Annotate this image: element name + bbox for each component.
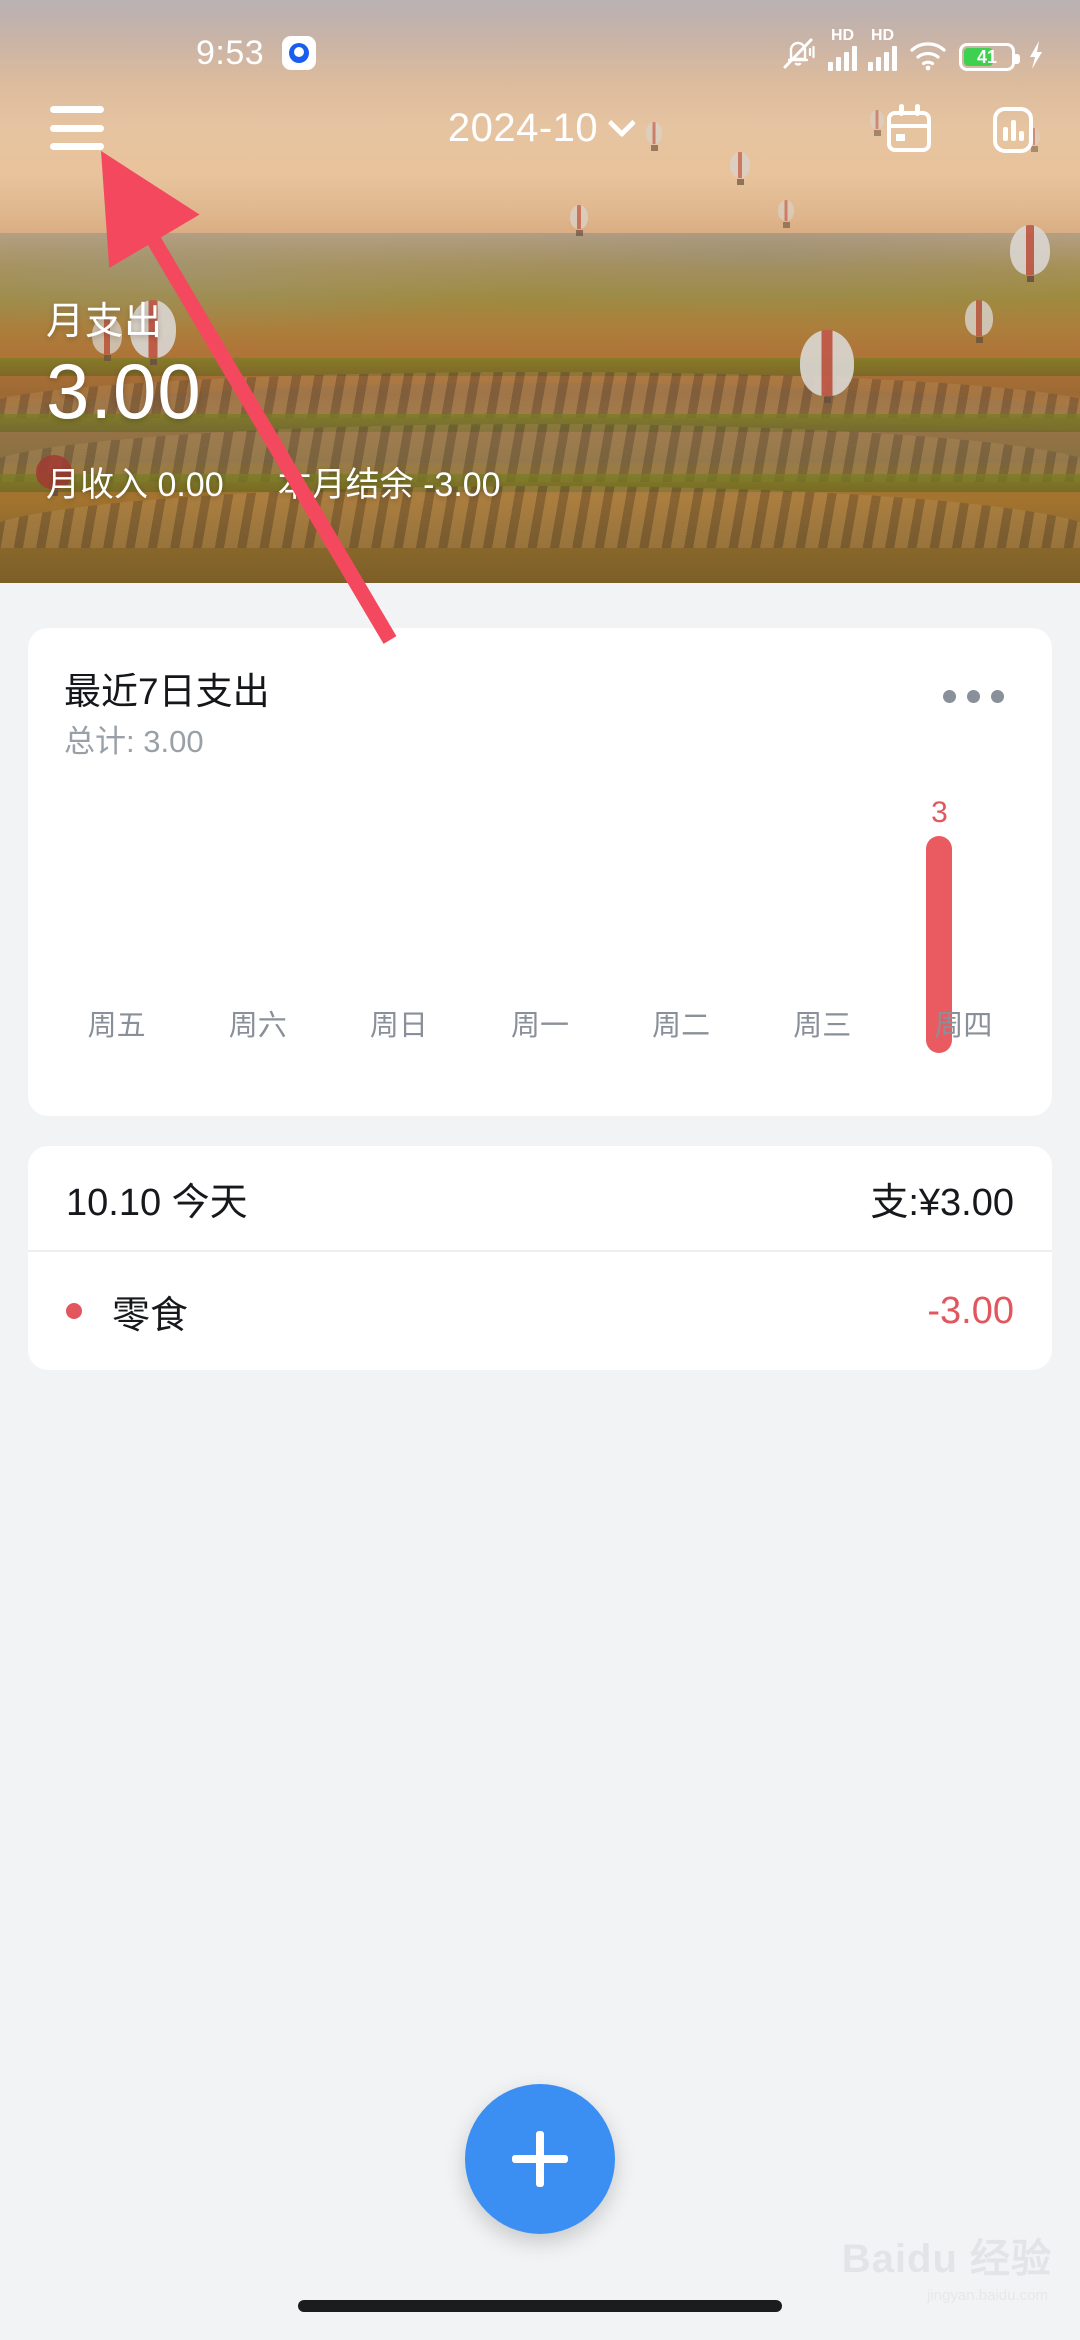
transaction-row-left: 零食 <box>66 1284 188 1339</box>
status-bar: 9:53 HD HD 41 <box>0 0 1080 86</box>
wifi-icon <box>910 42 946 71</box>
hd-label: HD <box>830 27 855 44</box>
chart-x-tick: 周二 <box>652 1010 711 1042</box>
category-dot-icon <box>66 1303 82 1319</box>
monthly-income: 月收入 0.00 <box>46 457 224 506</box>
hd-label: HD <box>870 27 895 44</box>
status-bar-icons: HD HD 41 <box>781 28 1046 71</box>
app-bar: 2024-10 <box>0 86 1080 172</box>
chart-x-axis: 周五 周六 周日 周一 周二 周三 周四 <box>46 1002 1034 1044</box>
watermark: Baidu 经验 jingyan.baidu.com <box>841 2226 1052 2304</box>
app-bar-actions <box>884 104 1038 154</box>
add-record-button[interactable] <box>465 2084 615 2234</box>
chart-x-tick: 周四 <box>934 1010 993 1042</box>
battery-percent: 41 <box>976 46 998 67</box>
transaction-day-card: 10.10 今天 支:¥3.00 零食 -3.00 <box>28 1146 1052 1370</box>
month-label: 2024-10 <box>447 106 599 150</box>
hot-air-balloon-icon <box>1010 225 1050 282</box>
signal-bars-icon <box>868 46 897 71</box>
monthly-balance: 本月结余 -3.00 <box>278 457 501 506</box>
hamburger-menu-icon[interactable] <box>50 106 104 150</box>
hot-air-balloon-icon <box>965 300 993 343</box>
chart-title: 最近7日支出 <box>64 671 270 712</box>
chart-x-tick: 周六 <box>228 1010 287 1042</box>
chart-bar-value: 3 <box>931 796 948 829</box>
more-horizontal-icon[interactable] <box>943 690 1004 703</box>
status-bar-time: 9:53 <box>196 34 265 72</box>
home-indicator[interactable] <box>298 2300 782 2312</box>
monthly-income-balance-row: 月收入 0.00 本月结余 -3.00 <box>46 457 501 506</box>
circle-indicator-icon <box>282 36 316 70</box>
watermark-sub: jingyan.baidu.com <box>927 2287 1048 2304</box>
chart-x-tick: 周日 <box>369 1010 428 1042</box>
chart-subtitle: 总计: 3.00 <box>64 724 204 759</box>
lightning-bolt-icon <box>1030 41 1042 69</box>
transaction-day-total: 支:¥3.00 <box>870 1181 1014 1224</box>
phone-screen: 9:53 HD HD 41 2024-10 月支出 3.00 月收入 0.00 … <box>0 0 1080 2340</box>
chart-x-tick: 周一 <box>510 1010 569 1042</box>
chart-x-tick: 周五 <box>87 1010 146 1042</box>
transaction-date: 10.10 今天 <box>66 1181 248 1224</box>
monthly-expense-label: 月支出 <box>46 301 164 343</box>
monthly-summary: 月支出 3.00 月收入 0.00 本月结余 -3.00 <box>46 290 501 506</box>
month-selector[interactable]: 2024-10 <box>447 106 637 151</box>
monthly-balance-amount: -3.00 <box>423 465 501 504</box>
plus-icon <box>512 2131 568 2187</box>
monthly-balance-label: 本月结余 <box>277 465 414 504</box>
hot-air-balloon-icon <box>778 200 794 228</box>
transaction-day-header: 10.10 今天 支:¥3.00 <box>28 1146 1052 1252</box>
signal-bars-icon <box>828 46 857 71</box>
chevron-down-icon <box>608 108 637 137</box>
hd-signal-2: HD <box>868 28 897 71</box>
battery-icon: 41 <box>959 43 1020 71</box>
hot-air-balloon-icon <box>570 205 588 236</box>
transaction-category: 零食 <box>112 1294 189 1337</box>
monthly-expense-amount: 3.00 <box>46 347 202 435</box>
hot-air-balloon-icon <box>800 330 854 403</box>
monthly-income-label: 月收入 <box>46 465 148 504</box>
table-row[interactable]: 零食 -3.00 <box>28 1252 1052 1370</box>
calendar-icon[interactable] <box>884 104 934 154</box>
mute-bell-icon <box>783 38 815 69</box>
transaction-amount: -3.00 <box>927 1289 1014 1332</box>
bar-chart-icon[interactable] <box>988 104 1038 154</box>
chart-x-tick: 周三 <box>793 1010 852 1042</box>
hd-signal-1: HD <box>828 28 857 71</box>
monthly-income-amount: 0.00 <box>157 465 224 504</box>
watermark-brand: Baidu 经验 <box>841 2237 1052 2281</box>
